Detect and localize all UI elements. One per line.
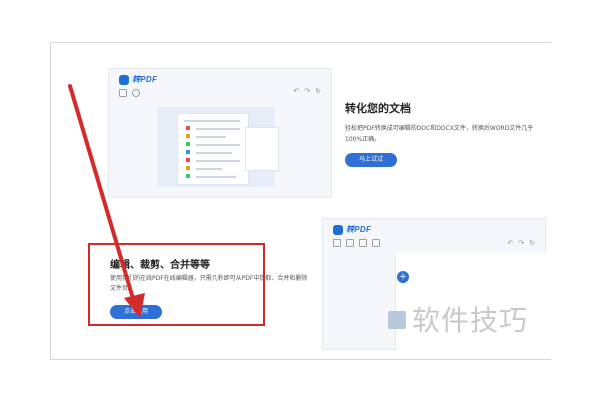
try-now-button[interactable]: 马上试试 xyxy=(345,153,397,167)
document-canvas xyxy=(157,107,279,187)
preview-toolbar xyxy=(119,89,140,97)
scissors-icon xyxy=(346,239,354,247)
trash-icon xyxy=(359,239,367,247)
redo-icon: ↷ xyxy=(518,239,525,247)
app-logo: 转PDF xyxy=(333,224,371,235)
redo-icon: ↷ xyxy=(304,87,311,95)
logo-icon xyxy=(119,74,129,85)
app-logo: 转PDF xyxy=(119,74,157,85)
undo-icon: ↶ xyxy=(293,87,300,95)
thumbnail-page xyxy=(245,127,279,171)
history-controls: ↶ ↷ ↻ xyxy=(293,87,321,95)
watermark-badge-icon xyxy=(388,311,406,329)
document-page xyxy=(177,113,249,185)
refresh-icon: ↻ xyxy=(315,87,321,95)
watermark-text: 软件技巧 xyxy=(412,304,529,337)
refresh-icon: ↻ xyxy=(529,239,535,247)
search-icon xyxy=(132,89,140,97)
logo-icon xyxy=(333,224,343,235)
preview-toolbar xyxy=(333,239,380,247)
doc-icon xyxy=(119,89,127,97)
add-page-icon[interactable]: + xyxy=(397,271,409,283)
watermark: 软件技巧 xyxy=(388,285,548,355)
history-controls: ↶ ↷ ↻ xyxy=(507,239,535,247)
logo-text: 转PDF xyxy=(132,75,158,84)
convert-title: 转化您的文档 xyxy=(345,102,411,115)
crop-icon xyxy=(372,239,380,247)
logo-text: 转PDF xyxy=(346,225,372,234)
highlight-box xyxy=(88,243,265,326)
file-icon xyxy=(333,239,341,247)
convert-preview-image: 转PDF ↶ ↷ ↻ xyxy=(108,68,332,198)
undo-icon: ↶ xyxy=(507,239,514,247)
convert-description: 轻松把PDF转换成可编辑的DOC和DOCX文件，转换后WORD文件几乎100%正… xyxy=(345,125,534,143)
